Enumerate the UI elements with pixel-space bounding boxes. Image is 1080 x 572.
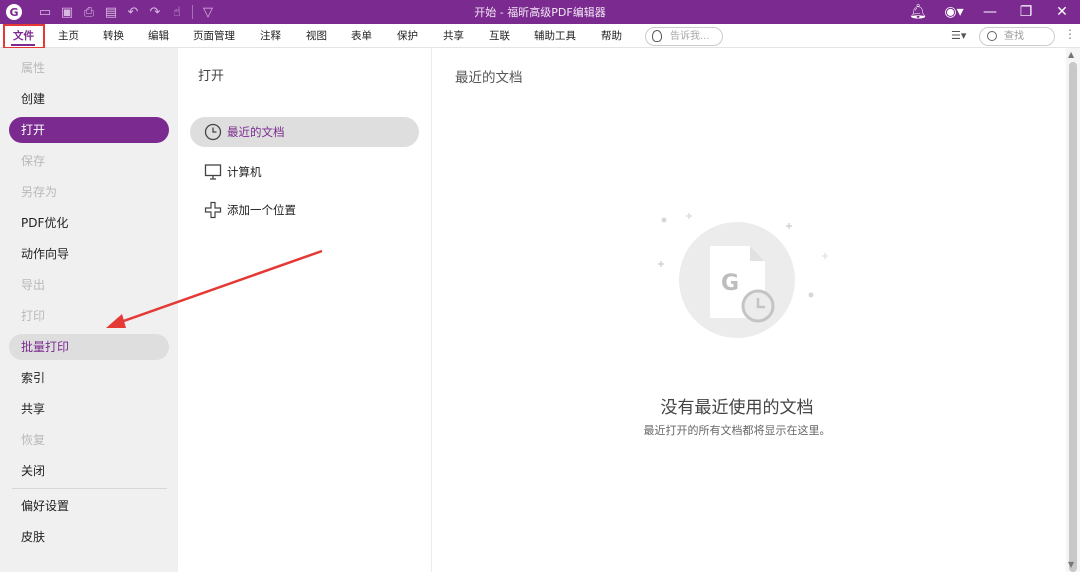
undo-icon[interactable]: ↶ xyxy=(122,0,144,24)
quick-access-toolbar: G ▭ ▣ ⎙ ▤ ↶ ↷ ☝ ▽ xyxy=(0,0,219,24)
tab-form[interactable]: 表单 xyxy=(351,24,372,48)
sidebar-item-batch-print[interactable]: 批量打印 xyxy=(21,334,69,360)
customize-dropdown-icon[interactable]: ▽ xyxy=(197,0,219,24)
option-label: 计算机 xyxy=(227,165,262,179)
plus-icon xyxy=(204,201,222,219)
svg-text:G: G xyxy=(721,271,739,296)
sidebar-item-close[interactable]: 关闭 xyxy=(21,458,45,484)
option-label: 添加一个位置 xyxy=(227,203,296,217)
tab-comment[interactable]: 注释 xyxy=(260,24,281,48)
tell-me-placeholder: 告诉我... xyxy=(670,31,710,42)
file-tab-highlight-box xyxy=(3,24,45,49)
empty-state-subtitle: 最近打开的所有文档都将显示在这里。 xyxy=(643,424,831,437)
tab-protect[interactable]: 保护 xyxy=(397,24,418,48)
recent-documents-area: 最近的文档 G 没有最近使用的文档 最近打开的所有文档都将显示在这里。 xyxy=(432,48,1066,572)
account-icon[interactable]: ◉▾ xyxy=(936,0,972,24)
tab-convert[interactable]: 转换 xyxy=(103,24,124,48)
tab-view[interactable]: 视图 xyxy=(306,24,327,48)
sidebar-item-action-wizard[interactable]: 动作向导 xyxy=(21,241,69,267)
view-options-icon[interactable]: ☰▾ xyxy=(951,29,966,42)
sidebar-item-create[interactable]: 创建 xyxy=(21,86,45,112)
notification-bell-icon[interactable]: 🔔︎ xyxy=(900,0,936,24)
open-panel-title: 打开 xyxy=(198,69,225,84)
toolbar-divider xyxy=(192,5,193,19)
sidebar-item-index[interactable]: 索引 xyxy=(21,365,45,391)
lightbulb-icon xyxy=(652,30,662,42)
sidebar-item-open[interactable]: 打开 xyxy=(21,117,45,143)
tab-connect[interactable]: 互联 xyxy=(489,24,510,48)
sidebar-item-skin[interactable]: 皮肤 xyxy=(21,524,45,550)
sidebar-item-save-as: 另存为 xyxy=(21,185,58,199)
open-folder-icon[interactable]: ▭ xyxy=(34,0,56,24)
option-recent-documents[interactable]: 最近的文档 xyxy=(204,117,285,147)
tab-page-management[interactable]: 页面管理 xyxy=(193,24,235,48)
vertical-scrollbar[interactable]: ▲ ▼ xyxy=(1066,48,1080,572)
redo-icon[interactable]: ↷ xyxy=(144,0,166,24)
option-computer[interactable]: 计算机 xyxy=(204,157,262,187)
recent-documents-title: 最近的文档 xyxy=(455,70,523,86)
sidebar-item-share[interactable]: 共享 xyxy=(21,396,45,422)
tab-accessibility[interactable]: 辅助工具 xyxy=(534,24,576,48)
open-location-panel: 打开 最近的文档 计算机 添加一个位置 xyxy=(178,48,432,572)
app-logo[interactable]: G xyxy=(6,4,22,20)
sidebar-item-print: 打印 xyxy=(21,309,46,323)
tab-edit[interactable]: 编辑 xyxy=(148,24,169,48)
empty-state-title: 没有最近使用的文档 xyxy=(660,398,814,418)
sidebar-item-save: 保存 xyxy=(21,154,46,168)
file-backstage-sidebar: 属性 创建 打开 保存 另存为 PDF优化 动作向导 导出 打印 批量打印 索引… xyxy=(0,48,178,572)
sidebar-item-properties: 属性 xyxy=(21,61,46,75)
print-icon[interactable]: ⎙ xyxy=(78,0,100,24)
scrollbar-thumb[interactable] xyxy=(1069,62,1077,572)
clock-icon xyxy=(204,123,222,141)
sidebar-item-pdf-optimize[interactable]: PDF优化 xyxy=(21,210,68,236)
option-add-location[interactable]: 添加一个位置 xyxy=(204,195,296,225)
ribbon-menu-bar: 文件 主页 转换 编辑 页面管理 注释 视图 表单 保护 共享 互联 辅助工具 … xyxy=(0,24,1080,48)
search-input[interactable]: 查找 xyxy=(979,27,1055,46)
sidebar-divider xyxy=(12,488,167,489)
tab-home[interactable]: 主页 xyxy=(58,24,79,48)
scroll-up-arrow-icon[interactable]: ▲ xyxy=(1068,50,1074,59)
search-icon xyxy=(987,31,997,41)
tab-share[interactable]: 共享 xyxy=(443,24,464,48)
minimize-icon[interactable]: — xyxy=(972,0,1008,24)
tell-me-input[interactable]: 告诉我... xyxy=(645,27,723,46)
empty-document-illustration-icon: G xyxy=(658,213,828,338)
scroll-down-arrow-icon[interactable]: ▼ xyxy=(1068,560,1074,569)
option-label: 最近的文档 xyxy=(227,125,285,139)
monitor-icon xyxy=(204,163,222,181)
search-placeholder: 查找 xyxy=(1004,31,1024,42)
restore-icon[interactable]: ❐ xyxy=(1008,0,1044,24)
sidebar-item-preferences[interactable]: 偏好设置 xyxy=(21,493,69,519)
close-icon[interactable]: ✕ xyxy=(1044,0,1080,24)
save-icon[interactable]: ▣ xyxy=(56,0,78,24)
sidebar-item-restore: 恢复 xyxy=(21,433,46,447)
tab-help[interactable]: 帮助 xyxy=(601,24,622,48)
more-options-icon[interactable]: ⋮ xyxy=(1064,27,1076,41)
hand-tool-icon[interactable]: ☝ xyxy=(166,0,188,24)
sidebar-item-export: 导出 xyxy=(21,278,46,292)
title-bar: G ▭ ▣ ⎙ ▤ ↶ ↷ ☝ ▽ 开始 - 福昕高级PDF编辑器 🔔︎ ◉▾ … xyxy=(0,0,1080,24)
new-file-icon[interactable]: ▤ xyxy=(100,0,122,24)
